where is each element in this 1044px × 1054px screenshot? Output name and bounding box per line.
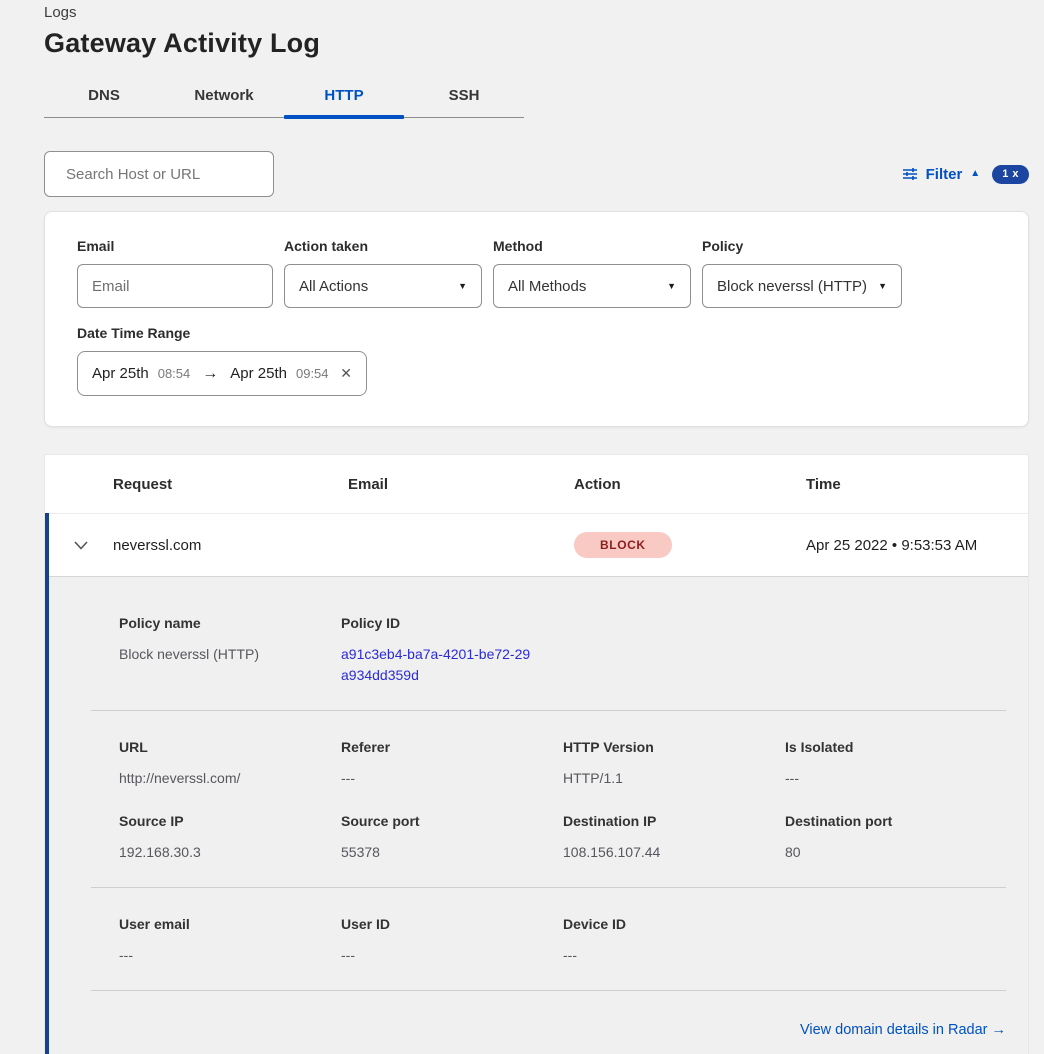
radar-link-row: View domain details in Radar → (119, 1021, 1006, 1039)
network-section: Source IP 192.168.30.3 Source port 55378… (119, 813, 1006, 863)
column-header-time: Time (806, 476, 1028, 493)
filter-icon (902, 167, 918, 181)
filter-field-policy: Policy Block neverssl (HTTP) ▼ (702, 238, 902, 308)
tab-dns[interactable]: DNS (44, 76, 164, 117)
activity-log-table: Request Email Action Time neverssl.com B… (44, 454, 1029, 1054)
filter-field-date-range: Date Time Range Apr 25th 08:54 → Apr 25t… (77, 308, 996, 396)
action-taken-select[interactable]: All Actions ▼ (284, 264, 482, 308)
filter-field-email: Email (77, 238, 273, 308)
table-row[interactable]: neverssl.com BLOCK Apr 25 2022 • 9:53:53… (49, 513, 1028, 576)
table-header-row: Request Email Action Time (45, 455, 1028, 513)
detail-field-url: URL http://neverssl.com/ (119, 739, 341, 789)
toolbar: Filter ▲ 1 x (44, 151, 1029, 197)
section-divider (91, 710, 1006, 711)
method-select[interactable]: All Methods ▼ (493, 264, 691, 308)
breadcrumb: Logs (44, 4, 1044, 21)
column-header-action: Action (574, 476, 806, 493)
detail-field-device-id: Device ID --- (563, 916, 785, 966)
filter-button[interactable]: Filter ▲ 1 x (902, 165, 1029, 184)
method-value: All Methods (508, 278, 586, 295)
filter-field-action-taken: Action taken All Actions ▼ (284, 238, 482, 308)
policy-select[interactable]: Block neverssl (HTTP) ▼ (702, 264, 902, 308)
user-section: User email --- User ID --- Device ID --- (119, 916, 1006, 966)
method-label: Method (493, 238, 691, 254)
column-header-email: Email (348, 476, 574, 493)
radar-link[interactable]: View domain details in Radar → (800, 1022, 1006, 1038)
policy-id-link[interactable]: a91c3eb4-ba7a-4201-be72-29a934dd359d (341, 644, 533, 686)
end-date: Apr 25th (230, 365, 287, 382)
email-filter-label: Email (77, 238, 273, 254)
policy-value: Block neverssl (HTTP) (717, 278, 867, 295)
search-input[interactable] (66, 166, 265, 183)
end-time: 09:54 (296, 366, 329, 381)
block-status-badge: BLOCK (574, 532, 672, 558)
email-filter-input[interactable] (77, 264, 273, 308)
expanded-row-container: neverssl.com BLOCK Apr 25 2022 • 9:53:53… (45, 513, 1028, 1054)
action-taken-value: All Actions (299, 278, 368, 295)
tab-http[interactable]: HTTP (284, 76, 404, 117)
chevron-down-icon: ▼ (667, 281, 676, 291)
detail-field-source-ip: Source IP 192.168.30.3 (119, 813, 341, 863)
row-request: neverssl.com (113, 537, 348, 554)
policy-label: Policy (702, 238, 902, 254)
detail-field-policy-id: Policy ID a91c3eb4-ba7a-4201-be72-29a934… (341, 615, 563, 686)
detail-field-source-port: Source port 55378 (341, 813, 563, 863)
arrow-right-icon: → (992, 1022, 1007, 1038)
date-range-picker[interactable]: Apr 25th 08:54 → Apr 25th 09:54 ✕ (77, 351, 367, 396)
start-date: Apr 25th (92, 365, 149, 382)
log-type-tabs: DNS Network HTTP SSH (44, 76, 524, 118)
chevron-down-icon[interactable] (74, 541, 88, 550)
action-taken-label: Action taken (284, 238, 482, 254)
arrow-right-icon: → (199, 365, 221, 383)
chevron-down-icon: ▼ (878, 281, 887, 291)
detail-field-is-isolated: Is Isolated --- (785, 739, 1006, 789)
detail-field-user-email: User email --- (119, 916, 341, 966)
detail-field-destination-ip: Destination IP 108.156.107.44 (563, 813, 785, 863)
column-header-request: Request (113, 476, 348, 493)
detail-field-policy-name: Policy name Block neverssl (HTTP) (119, 615, 341, 686)
detail-field-http-version: HTTP Version HTTP/1.1 (563, 739, 785, 789)
page-title: Gateway Activity Log (44, 28, 1044, 59)
detail-field-user-id: User ID --- (341, 916, 563, 966)
filter-label: Filter (926, 166, 963, 183)
collapse-caret-icon: ▲ (970, 169, 980, 179)
filter-count-badge[interactable]: 1 x (992, 165, 1029, 184)
search-box[interactable] (44, 151, 274, 197)
date-range-label: Date Time Range (77, 325, 996, 341)
tab-ssh[interactable]: SSH (404, 76, 524, 117)
start-time: 08:54 (158, 366, 191, 381)
section-divider (91, 887, 1006, 888)
chevron-down-icon: ▼ (458, 281, 467, 291)
request-section: URL http://neverssl.com/ Referer --- HTT… (119, 739, 1006, 789)
row-time: Apr 25 2022 • 9:53:53 AM (806, 537, 1028, 554)
filter-panel: Email Action taken All Actions ▼ Method … (44, 211, 1029, 427)
detail-field-referer: Referer --- (341, 739, 563, 789)
gateway-activity-log-page: Logs Gateway Activity Log DNS Network HT… (0, 0, 1044, 1054)
detail-field-destination-port: Destination port 80 (785, 813, 1006, 863)
tab-network[interactable]: Network (164, 76, 284, 117)
policy-section: Policy name Block neverssl (HTTP) Policy… (119, 615, 1006, 686)
filter-field-method: Method All Methods ▼ (493, 238, 691, 308)
clear-date-range-icon[interactable]: ✕ (340, 365, 352, 382)
row-detail-panel: Policy name Block neverssl (HTTP) Policy… (49, 576, 1028, 1054)
section-divider (91, 990, 1006, 991)
